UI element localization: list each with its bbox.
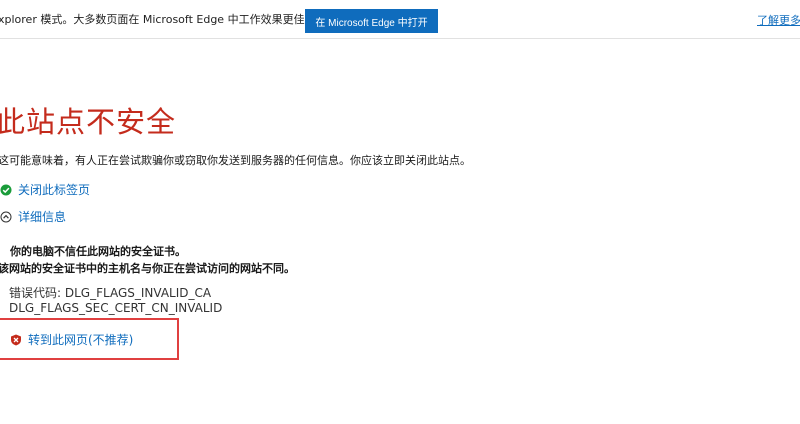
ie-mode-infobar: xplorer 模式。大多数页面在 Microsoft Edge 中工作效果更佳…	[0, 0, 800, 39]
close-tab-label: 关闭此标签页	[18, 183, 91, 197]
close-tab-link[interactable]: 关闭此标签页	[0, 181, 90, 198]
red-x-shield-icon	[10, 334, 22, 346]
page-title: 此站点不安全	[0, 105, 177, 139]
proceed-label: 转到此网页(不推荐)	[28, 333, 134, 347]
proceed-unsafe-link[interactable]: 转到此网页(不推荐)	[10, 331, 133, 348]
details-label: 详细信息	[18, 210, 67, 224]
error-code-line2: DLG_FLAGS_SEC_CERT_CN_INVALID	[9, 301, 223, 315]
learn-more-link[interactable]: 了解更多	[757, 12, 800, 28]
details-toggle[interactable]: 详细信息	[0, 208, 66, 225]
infobar-message: xplorer 模式。大多数页面在 Microsoft Edge 中工作效果更佳…	[0, 13, 316, 26]
open-in-edge-button[interactable]: 在 Microsoft Edge 中打开	[305, 9, 438, 33]
error-code-line1: 错误代码: DLG_FLAGS_INVALID_CA	[9, 286, 212, 300]
check-shield-icon	[0, 184, 12, 196]
cert-untrusted-text: 你的电脑不信任此网站的安全证书。	[10, 245, 186, 258]
cert-mismatch-text: 该网站的安全证书中的主机名与你正在尝试访问的网站不同。	[0, 262, 295, 275]
error-code-block: 错误代码: DLG_FLAGS_INVALID_CA DLG_FLAGS_SEC…	[9, 286, 222, 316]
warning-description: 这可能意味着，有人正在尝试欺骗你或窃取你发送到服务器的任何信息。你应该立即关闭此…	[0, 154, 471, 167]
chevron-up-circle-icon	[0, 211, 12, 223]
